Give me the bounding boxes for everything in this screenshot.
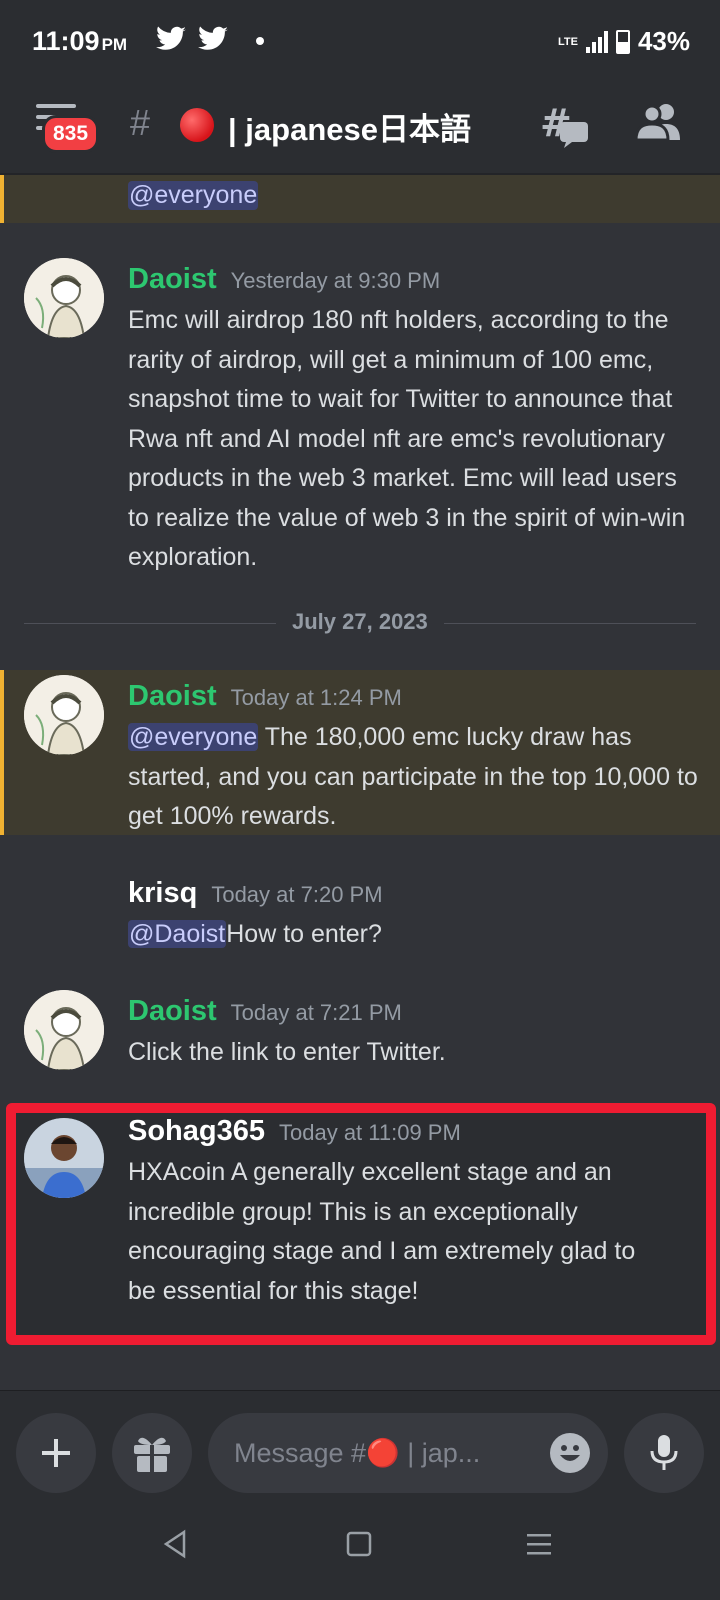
battery-level: 43% [637, 26, 690, 56]
gift-icon [134, 1437, 170, 1472]
status-time: 11:09 PM [32, 26, 128, 56]
twitter-icon [156, 26, 186, 50]
red-circle-icon [180, 108, 214, 142]
channel-header: 835 # | japanese日本語 # [0, 80, 720, 175]
message-header: Daoist Today at 7:21 PM [128, 995, 402, 1028]
avatar[interactable] [24, 258, 104, 338]
threads-icon[interactable]: # [540, 102, 590, 148]
date-divider-label: July 27, 2023 [276, 609, 444, 635]
message-header: krisq Today at 7:20 PM [128, 877, 383, 910]
everyone-mention[interactable]: @everyone [128, 181, 259, 210]
system-nav-bar [0, 1521, 720, 1581]
timestamp: Today at 7:20 PM [211, 882, 383, 907]
back-icon[interactable] [162, 1529, 188, 1559]
members-icon[interactable] [636, 102, 682, 142]
add-attachment-button[interactable] [16, 1413, 96, 1493]
recents-icon[interactable] [526, 1531, 552, 1557]
user-mention[interactable]: @Daoist [128, 920, 227, 948]
voice-message-button[interactable] [624, 1413, 704, 1493]
twitter-icon [198, 26, 228, 50]
author-name[interactable]: krisq [128, 877, 197, 910]
avatar[interactable] [24, 1118, 104, 1198]
timestamp: Today at 7:21 PM [230, 1000, 402, 1025]
message-input[interactable]: Message #🔴 | jap... [208, 1413, 608, 1493]
timestamp: Yesterday at 9:30 PM [230, 268, 441, 293]
message-text: HXAcoin A generally excellent stage and … [128, 1158, 636, 1305]
battery-icon [615, 29, 630, 54]
author-name[interactable]: Daoist [128, 680, 217, 713]
message-feed: @everyone Daoist Yesterday at 9:30 PM Em… [0, 175, 720, 1390]
status-right: LTE 43% [558, 26, 690, 57]
message-text: Emc will airdrop 180 nft holders, accord… [128, 306, 686, 571]
channel-name[interactable]: | japanese日本語 [228, 104, 471, 149]
notification-dot [256, 37, 264, 45]
everyone-mention[interactable]: @everyone [128, 723, 259, 751]
message-header: Daoist Yesterday at 9:30 PM [128, 263, 440, 296]
composer-bar: Message #🔴 | jap... [0, 1390, 720, 1600]
message-text: Click the link to enter Twitter. [128, 1038, 446, 1066]
signal-icon [585, 30, 608, 53]
timestamp: Today at 11:09 PM [279, 1120, 461, 1145]
gift-button[interactable] [112, 1413, 192, 1493]
message-body: How to enter? [226, 920, 382, 948]
message-header: Sohag365 Today at 11:09 PM [128, 1115, 461, 1148]
author-name[interactable]: Daoist [128, 263, 217, 296]
author-name[interactable]: Sohag365 [128, 1115, 265, 1148]
microphone-icon [650, 1435, 678, 1470]
lte-label: LTE [557, 35, 578, 48]
status-bar: 11:09 PM LTE 43% [0, 0, 720, 80]
avatar[interactable] [24, 990, 104, 1070]
mention-row: @everyone [0, 175, 720, 223]
author-name[interactable]: Daoist [128, 995, 217, 1028]
message-text: @DaoistHow to enter? [128, 915, 698, 955]
hash-icon: # [130, 102, 151, 143]
plus-icon [42, 1439, 70, 1467]
home-icon[interactable] [346, 1531, 372, 1557]
avatar[interactable] [24, 675, 104, 755]
timestamp: Today at 1:24 PM [230, 685, 402, 710]
message-text: @everyone The 180,000 emc lucky draw has… [128, 718, 698, 837]
unread-badge: 835 [42, 115, 100, 153]
message-header: Daoist Today at 1:24 PM [128, 680, 402, 713]
emoji-icon[interactable] [550, 1433, 590, 1473]
message-input-placeholder: Message #🔴 | jap... [234, 1438, 481, 1468]
